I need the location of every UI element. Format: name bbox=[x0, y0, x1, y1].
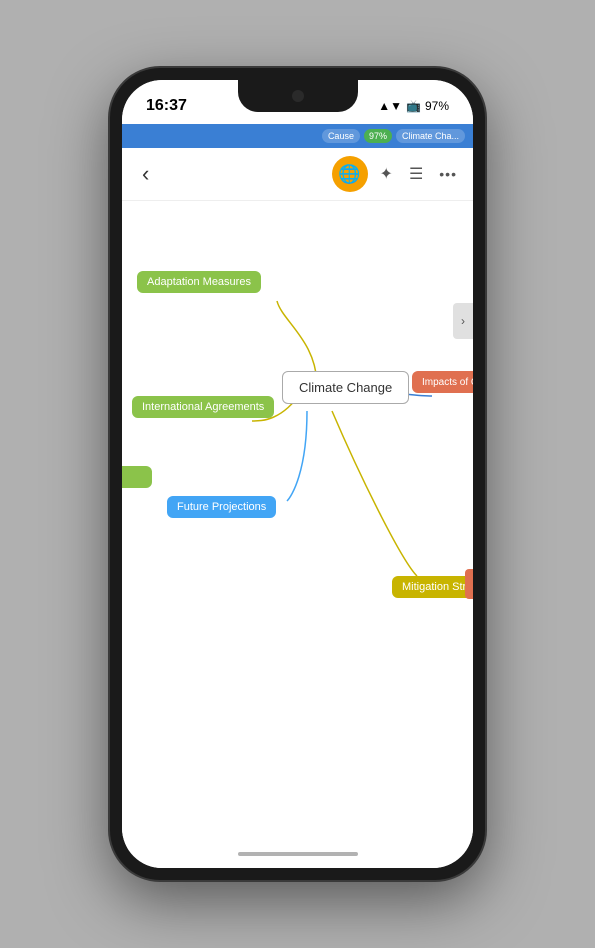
mindmap-canvas: Climate Change Adaptation Measures Inter… bbox=[122, 201, 473, 840]
status-bar: 16:37 ▲▼ 📺 97% bbox=[122, 80, 473, 124]
phone-frame: 16:37 ▲▼ 📺 97% Cause 97% Climate Cha... bbox=[110, 68, 485, 880]
notification-bar: Cause 97% Climate Cha... bbox=[122, 124, 473, 148]
tv-icon: 📺 bbox=[406, 99, 421, 113]
header-icons: ✦ ☰ ••• bbox=[380, 164, 457, 184]
future-node[interactable]: Future Projections bbox=[167, 496, 276, 518]
wand-icon[interactable]: ✦ bbox=[380, 164, 393, 184]
cause-text: Cause bbox=[328, 131, 354, 141]
status-icons: ▲▼ 📺 97% bbox=[378, 99, 449, 113]
globe-icon: 🌐 bbox=[338, 164, 360, 185]
center-node[interactable]: Climate Change bbox=[282, 371, 409, 404]
climate-text: Climate Cha... bbox=[402, 131, 459, 141]
connector-lines bbox=[122, 201, 473, 840]
causes-node[interactable]: s bbox=[122, 466, 152, 488]
percentage-text: 97% bbox=[369, 131, 387, 141]
edge-indicator bbox=[465, 569, 473, 599]
causes-label-partial: s bbox=[122, 491, 142, 511]
percentage-pill: 97% bbox=[364, 129, 392, 143]
camera-notch bbox=[238, 80, 358, 112]
adaptation-node[interactable]: Adaptation Measures bbox=[137, 271, 261, 293]
climate-pill: Climate Cha... bbox=[396, 129, 465, 143]
app-header: ‹ 🌐 ✦ ☰ ••• bbox=[122, 148, 473, 201]
impacts-node[interactable]: Impacts of Climate Chang bbox=[412, 371, 473, 393]
status-time: 16:37 bbox=[146, 97, 187, 115]
camera-dot bbox=[292, 90, 304, 102]
international-node[interactable]: International Agreements bbox=[132, 396, 274, 418]
battery-icon: 97% bbox=[425, 99, 449, 113]
more-icon[interactable]: ••• bbox=[439, 166, 457, 182]
logo-icon: 🌐 bbox=[332, 156, 368, 192]
list-icon[interactable]: ☰ bbox=[409, 164, 423, 184]
cause-pill: Cause bbox=[322, 129, 360, 143]
side-arrow-button[interactable]: › bbox=[453, 303, 473, 339]
mitigation-node[interactable]: Mitigation Strategies bbox=[392, 576, 473, 598]
back-button[interactable]: ‹ bbox=[138, 157, 153, 191]
signal-icon: ▲▼ bbox=[378, 99, 402, 113]
home-indicator bbox=[122, 840, 473, 868]
home-bar bbox=[238, 852, 358, 856]
phone-screen: 16:37 ▲▼ 📺 97% Cause 97% Climate Cha... bbox=[122, 80, 473, 868]
